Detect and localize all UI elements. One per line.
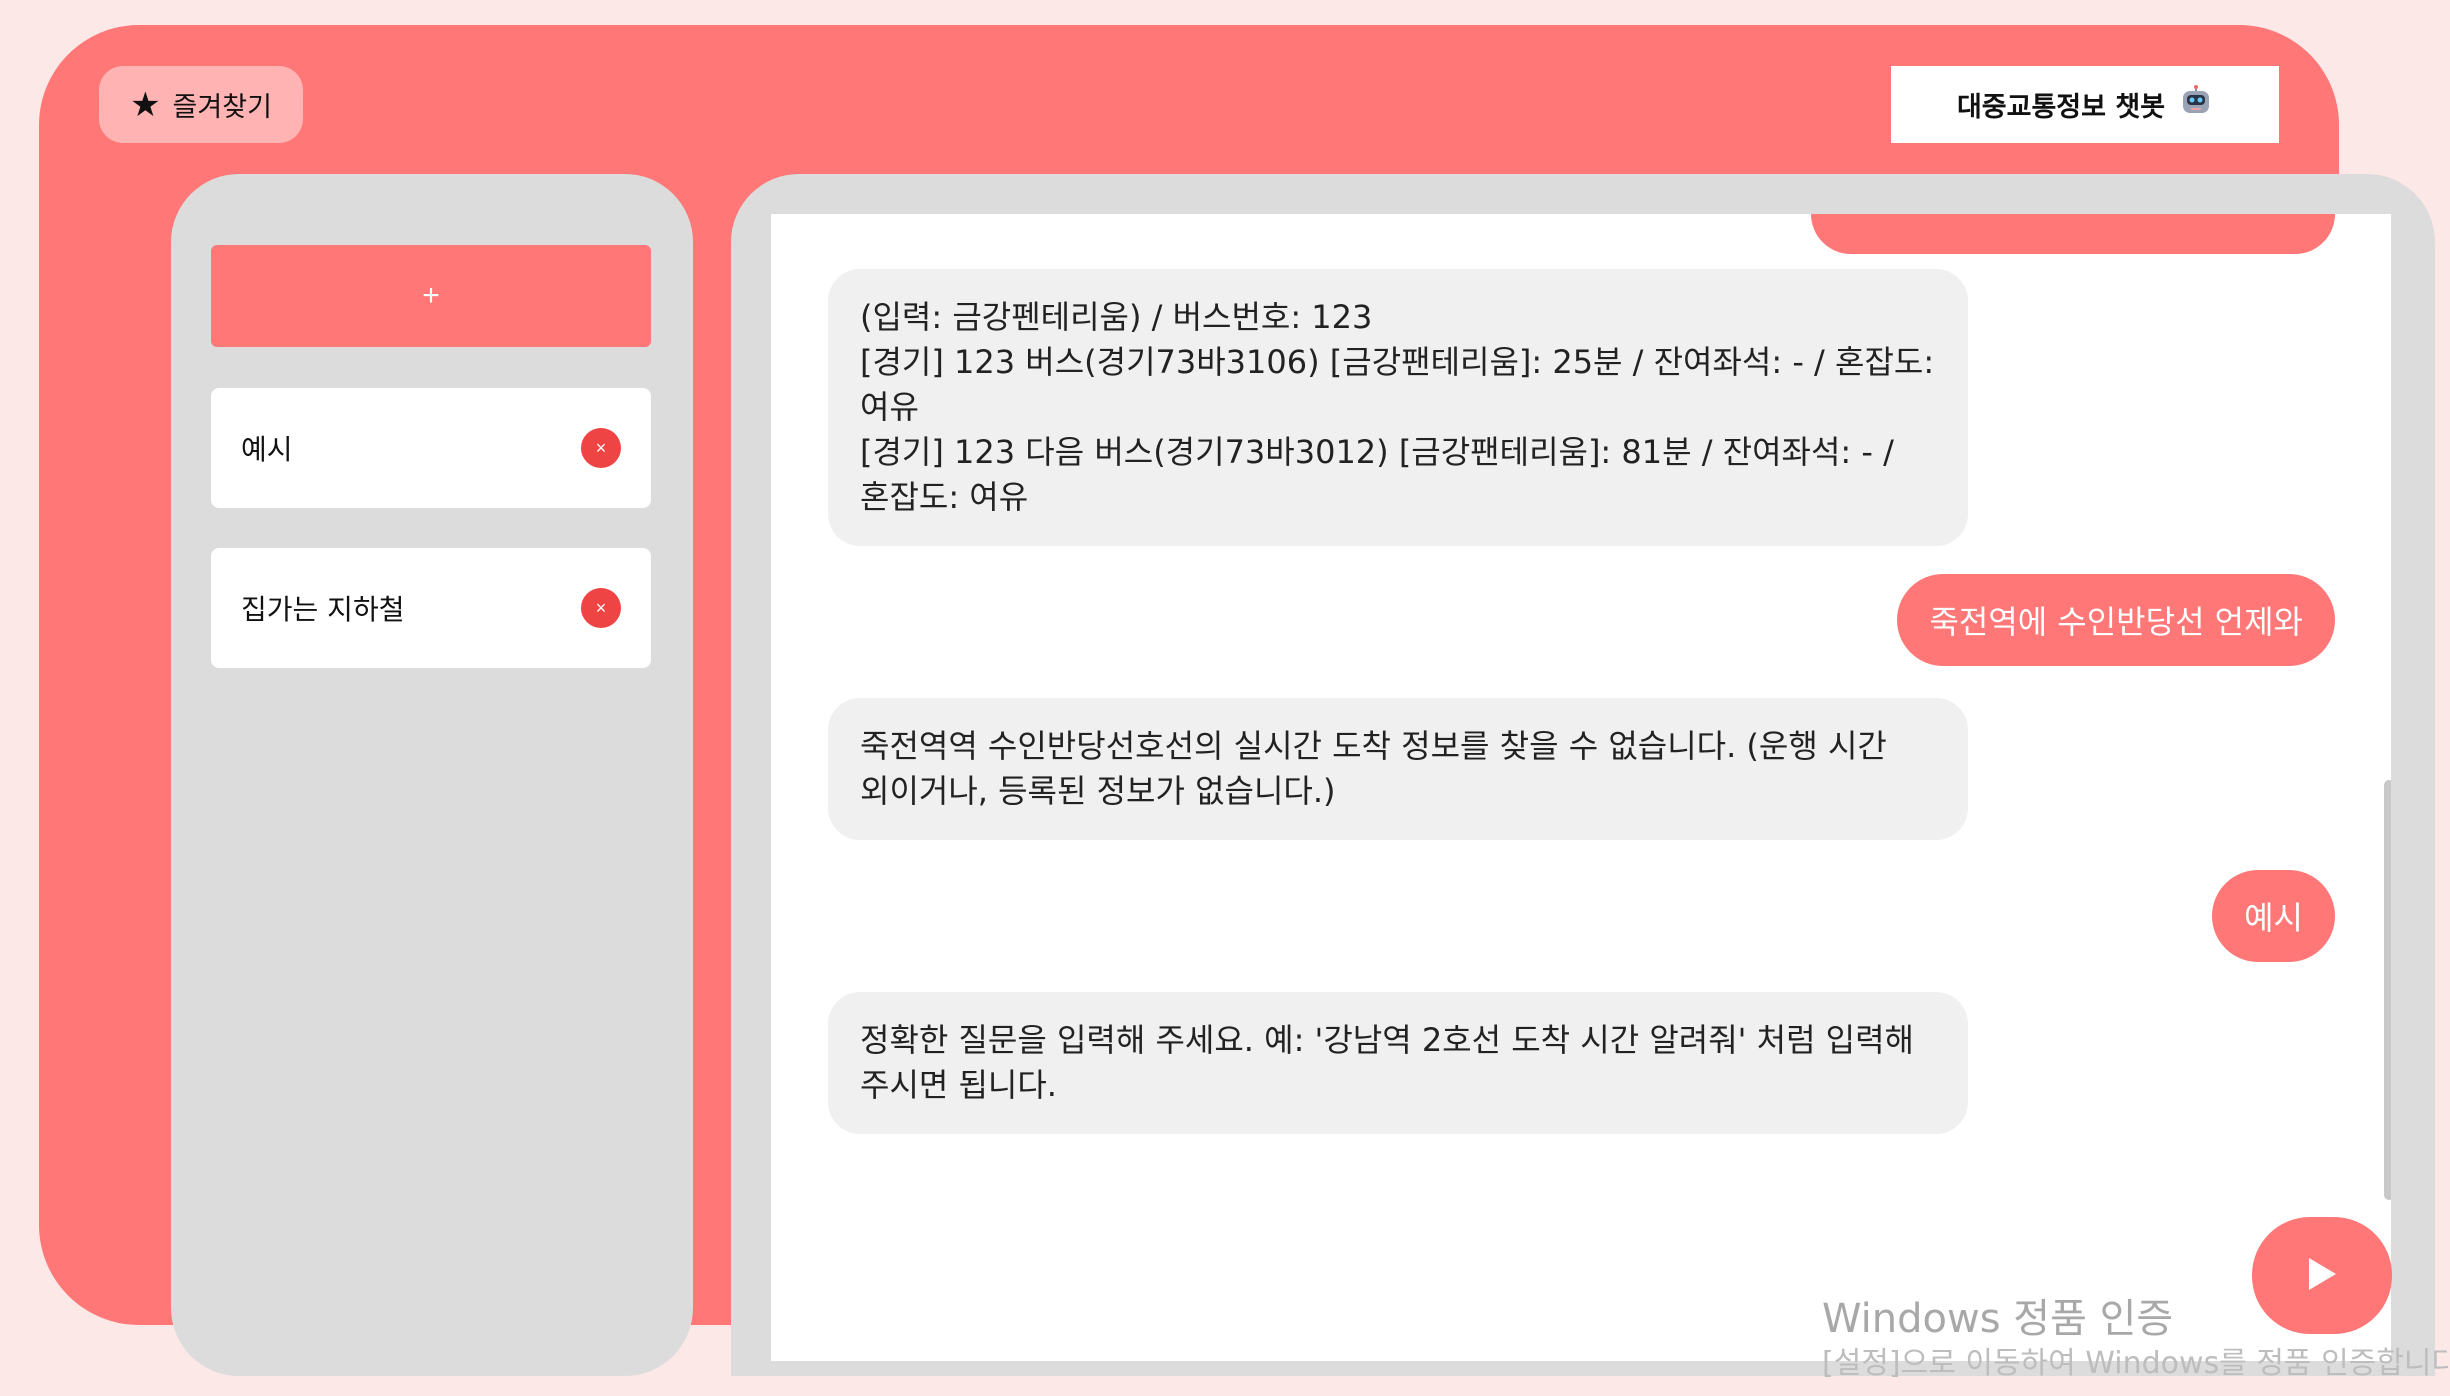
main-panel: (입력: 금강펜테리움) / 버스번호: 123 [경기] 123 버스(경기7… xyxy=(731,174,2435,1376)
sidebar-item-example[interactable]: 예시 × xyxy=(211,388,651,508)
favorites-button[interactable]: ★ 즐겨찾기 xyxy=(99,66,303,143)
robot-icon xyxy=(2179,84,2213,125)
chat-messages[interactable]: (입력: 금강펜테리움) / 버스번호: 123 [경기] 123 버스(경기7… xyxy=(771,214,2391,1361)
app-title: 대중교통정보 챗봇 xyxy=(1956,92,2166,123)
sidebar-item-home-subway[interactable]: 집가는 지하철 × xyxy=(211,548,651,668)
new-chat-button[interactable]: + xyxy=(211,245,651,347)
bot-message-bubble: 죽전역역 수인반당선호선의 실시간 도착 정보를 찾을 수 없습니다. (운행 … xyxy=(828,698,1968,840)
app-title-box: 대중교통정보 챗봇 xyxy=(1891,66,2279,143)
chat-scrollbar[interactable] xyxy=(2384,780,2391,1200)
activation-watermark-title: Windows 정품 인증 xyxy=(1822,1296,2174,1342)
favorites-label: 즐겨찾기 xyxy=(172,92,272,122)
bot-message-bubble: 정확한 질문을 입력해 주세요. 예: '강남역 2호선 도착 시간 알려줘' … xyxy=(828,992,1968,1134)
sidebar: + 예시 × 집가는 지하철 × xyxy=(171,174,693,1376)
user-message-bubble-partial xyxy=(1811,214,2335,254)
user-message-bubble: 죽전역에 수인반당선 언제와 xyxy=(1897,574,2335,666)
delete-chat-button[interactable]: × xyxy=(581,428,621,468)
delete-chat-button[interactable]: × xyxy=(581,588,621,628)
send-button[interactable] xyxy=(2252,1217,2392,1334)
user-message-bubble: 예시 xyxy=(2212,870,2335,962)
activation-watermark-subtitle: [설정]으로 이동하여 Windows를 정품 인증합니다. xyxy=(1822,1346,2448,1381)
bot-message-bubble: (입력: 금강펜테리움) / 버스번호: 123 [경기] 123 버스(경기7… xyxy=(828,269,1968,546)
play-icon xyxy=(2305,1255,2339,1296)
sidebar-item-label: 집가는 지하철 xyxy=(241,593,405,626)
star-icon: ★ xyxy=(130,85,161,124)
close-icon: × xyxy=(595,598,607,618)
close-icon: × xyxy=(595,438,607,458)
sidebar-item-label: 예시 xyxy=(241,433,293,466)
